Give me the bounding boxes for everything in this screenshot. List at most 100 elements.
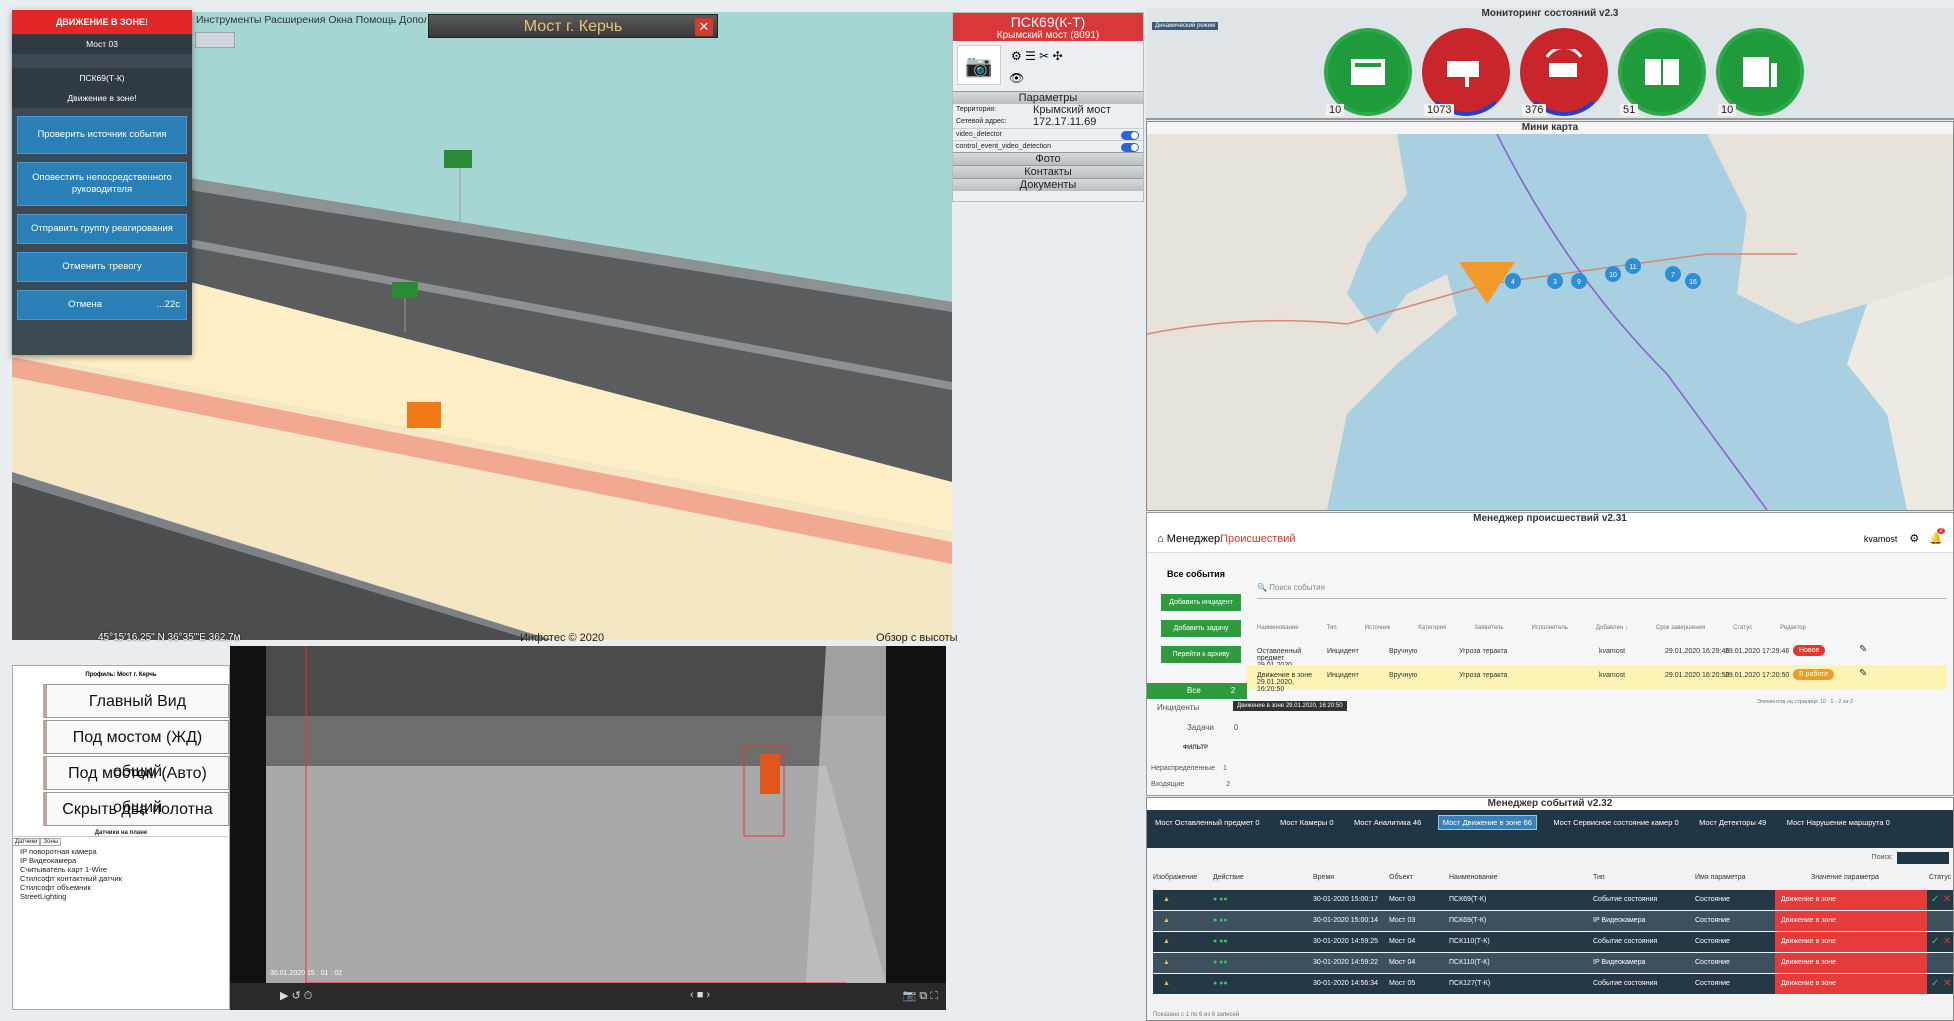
- pager-label: Элементов на странице: [1757, 699, 1819, 705]
- event-time: 30-01-2020 14:56:34: [1313, 980, 1378, 987]
- monitor-ptz-widget[interactable]: 376: [1520, 28, 1608, 116]
- gear-icon[interactable]: ⚙: [1909, 532, 1919, 545]
- side-tasks[interactable]: Задачи 0: [1157, 723, 1238, 732]
- brand-part1: Менеджер: [1166, 532, 1221, 545]
- event-row[interactable]: ▲ ● ●● 30-01-2020 14:59:25 Мост 04 ПСК110(Т-…: [1153, 932, 1953, 952]
- incident-name: Движение в зоне 29.01.2020, 16:20:50: [1257, 672, 1313, 693]
- tools-icon[interactable]: ⚙ ☰ ✂ ✣: [1011, 49, 1063, 63]
- event-row[interactable]: ▲ ● ●● 30-01-2020 15:00:17 Мост 03 ПСК69(Т-К…: [1153, 890, 1953, 910]
- check-source-button[interactable]: Проверить источник события: [17, 116, 187, 154]
- eye-icon[interactable]: 👁: [1009, 71, 1024, 85]
- event-thumb-icon: ▲: [1163, 938, 1170, 945]
- side-incidents[interactable]: Инциденты: [1157, 703, 1199, 712]
- video-frame[interactable]: 30.01.2020 15 : 01 : 02: [266, 646, 886, 983]
- view-hide-decks-button[interactable]: Скрыть два полотна: [43, 792, 229, 826]
- sensor-tab[interactable]: Зоны: [40, 838, 62, 846]
- event-search-label: Поиск:: [1871, 854, 1893, 861]
- incident-executor: kvamost: [1599, 648, 1626, 655]
- scene-view-mode[interactable]: Обзор с высоты: [876, 632, 958, 644]
- search-input[interactable]: 🔍 Поиск события: [1257, 583, 1947, 599]
- filter-incoming[interactable]: Входящие 2: [1151, 781, 1230, 788]
- main-menubar[interactable]: Инструменты Расширения Окна Помощь Допол…: [196, 14, 426, 26]
- video-detector-toggle[interactable]: [1121, 131, 1139, 140]
- event-tab[interactable]: Мост Оставленный предмет 0: [1151, 816, 1264, 829]
- view-auto-button[interactable]: Под мостом (Авто) общий: [43, 756, 229, 816]
- cancel-button[interactable]: Отмена ...22с: [17, 290, 187, 320]
- home-icon[interactable]: ⌂: [1157, 533, 1167, 545]
- event-tab[interactable]: Мост Сервисное состояние камер 0: [1549, 816, 1682, 829]
- send-team-button[interactable]: Отправить группу реагирования: [17, 214, 187, 244]
- nav-icons[interactable]: ‹ ■ ›: [690, 989, 710, 1001]
- add-task-button[interactable]: Добавить задачу: [1161, 620, 1241, 637]
- side-incidents-label: Инциденты: [1157, 703, 1200, 712]
- filter-unassigned-label: Нераспределенные: [1151, 765, 1216, 772]
- event-tab[interactable]: Мост Камеры 0: [1276, 816, 1337, 829]
- col-header: Действие: [1213, 874, 1244, 881]
- close-icon[interactable]: ✕: [695, 18, 713, 36]
- sensor-item[interactable]: Стилсофт контактный датчик: [20, 874, 230, 883]
- monitor-cameras-widget[interactable]: 1073: [1422, 28, 1510, 116]
- view-main-button[interactable]: Главный Вид: [43, 684, 229, 718]
- monitor-servers-widget[interactable]: 10: [1324, 28, 1412, 116]
- notify-manager-button[interactable]: Оповестить непосредственного руководител…: [17, 162, 187, 206]
- option-row-2: control_event_video_detection: [953, 140, 1143, 152]
- side-all-count: 2: [1230, 686, 1236, 695]
- scene-title-bar: Мост г. Керчь ✕: [428, 14, 718, 38]
- incident-manager-title: Менеджер происшествий v2.31: [1147, 513, 1953, 525]
- event-tab[interactable]: Мост Нарушение маршрута 0: [1783, 816, 1894, 829]
- scene-copyright: Инфотес © 2020: [520, 632, 605, 644]
- params-section[interactable]: Параметры: [953, 91, 1143, 104]
- docs-section[interactable]: Документы: [953, 178, 1143, 191]
- event-name: ПСК110(Т-К): [1449, 959, 1490, 966]
- side-all[interactable]: Все 2: [1147, 683, 1247, 699]
- sensors-panel: Датчики на плане Датчики Зоны IP поворотн…: [12, 830, 230, 1010]
- contacts-section[interactable]: Контакты: [953, 165, 1143, 178]
- event-search-input[interactable]: [1897, 852, 1949, 864]
- photo-section[interactable]: Фото: [953, 152, 1143, 165]
- play-icon[interactable]: ▶ ↺ ⏱: [280, 989, 312, 1003]
- sensor-item[interactable]: Считыватель карт 1-Wire: [20, 865, 230, 874]
- event-tab[interactable]: Мост Аналитика 46: [1350, 816, 1425, 829]
- pagination[interactable]: Элементов на странице 10 1 - 2 из 2: [1757, 699, 1853, 705]
- sensor-item[interactable]: IP поворотная камера: [20, 847, 230, 856]
- count-badge: 51: [1620, 104, 1639, 116]
- sensor-tabs: Датчики Зоны: [12, 838, 230, 846]
- event-row[interactable]: ▲ ● ●● 30-01-2020 14:56:34 Мост 05 ПСК127(Т-…: [1153, 974, 1953, 994]
- cancel-alarm-button[interactable]: Отменить тревогу: [17, 252, 187, 282]
- scene-toolbar[interactable]: [195, 32, 235, 48]
- event-tab-active[interactable]: Мост Движение в зоне 66: [1437, 815, 1537, 830]
- filter-unassigned[interactable]: Нераспределенные 1: [1151, 765, 1227, 772]
- camera-orange[interactable]: [407, 402, 441, 428]
- user-name[interactable]: kvamost: [1864, 534, 1898, 544]
- sensor-tab[interactable]: Датчики: [12, 838, 41, 846]
- event-obj: Мост 03: [1389, 917, 1416, 924]
- ip-row: Сетевой адрес: 172.17.11.69: [953, 116, 1143, 128]
- archive-button[interactable]: Перейти к архиву: [1161, 646, 1241, 663]
- ip-label: Сетевой адрес:: [956, 118, 1007, 125]
- event-row[interactable]: ▲ ● ●● 30-01-2020 15:00:14 Мост 03 ПСК69(Т-К…: [1153, 911, 1953, 931]
- event-type: Событие состояния: [1593, 980, 1658, 987]
- filter-incoming-count: 2: [1226, 781, 1231, 788]
- alarm-object: Мост 03: [12, 34, 192, 54]
- event-detection-toggle[interactable]: [1121, 143, 1139, 152]
- sensor-item[interactable]: Стилсофт объемник: [20, 883, 230, 892]
- event-obj: Мост 05: [1389, 980, 1416, 987]
- status-badge: Новое: [1793, 645, 1826, 656]
- mini-map-window[interactable]: Мини карта 4 3 9 10 11 7 16: [1146, 121, 1954, 511]
- add-incident-button[interactable]: Добавить инцидент: [1161, 594, 1241, 611]
- sensor-item[interactable]: StreetLighting: [20, 892, 230, 901]
- event-row[interactable]: ▲ ● ●● 30-01-2020 14:59:22 Мост 04 ПСК110(Т-…: [1153, 953, 1953, 973]
- sensor-item[interactable]: IP Видеокамера: [20, 856, 230, 865]
- sensor-list: IP поворотная камера IP Видеокамера Счит…: [12, 847, 230, 901]
- event-tab[interactable]: Мост Детекторы 49: [1695, 816, 1770, 829]
- incident-row-selected[interactable]: Движение в зоне 29.01.2020, 16:20:50 Инци…: [1247, 665, 1947, 693]
- monitor-workstations-widget[interactable]: 10: [1716, 28, 1804, 116]
- video-player[interactable]: 30.01.2020 15 : 01 : 02 ▶ ↺ ⏱ ‹ ■ › 📷 ⧉ …: [230, 646, 946, 1010]
- monitor-storage-widget[interactable]: 51: [1618, 28, 1706, 116]
- camera-tools-icon[interactable]: 📷 ⧉ ⛶: [903, 989, 938, 1003]
- view-rail-button[interactable]: Под мостом (ЖД) общий: [43, 720, 229, 780]
- video-controls[interactable]: ▶ ↺ ⏱ ‹ ■ › 📷 ⧉ ⛶: [230, 983, 946, 1010]
- bell-icon[interactable]: 🔔 2: [1929, 528, 1945, 545]
- incident-row[interactable]: Оставленный предмет 29.01.2020, 16:29:46…: [1247, 641, 1947, 676]
- col-header: Объект: [1389, 874, 1413, 881]
